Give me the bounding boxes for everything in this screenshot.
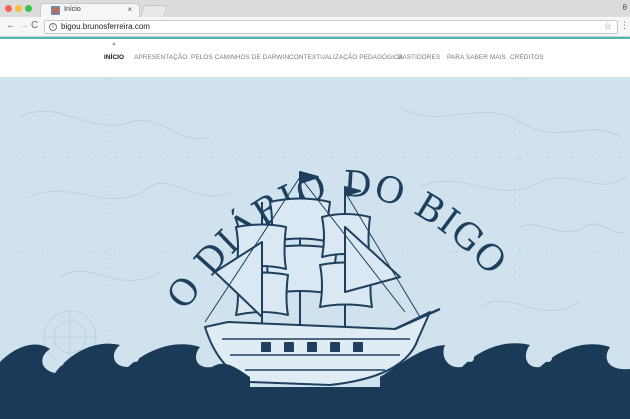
info-icon[interactable]: i (49, 23, 57, 31)
close-window-button[interactable] (5, 5, 12, 12)
browser-tab[interactable]: Início × (40, 3, 140, 17)
tab-close-icon[interactable]: × (127, 5, 132, 14)
nav-item-bastidores[interactable]: BASTIDORES (398, 54, 440, 61)
new-tab-button[interactable] (140, 5, 168, 17)
nav-item-apresentacao[interactable]: APRESENTAÇÃO (134, 54, 187, 61)
site-navigation: ▲ INÍCIO APRESENTAÇÃO PELOS CAMINHOS DE … (0, 39, 630, 77)
reload-icon[interactable]: C (31, 20, 38, 32)
address-bar[interactable]: i bigou.brunosferreira.com ☆ (44, 20, 618, 34)
tab-title: Início (64, 6, 81, 13)
forward-arrow-icon[interactable]: → (19, 20, 29, 32)
url-text[interactable]: bigou.brunosferreira.com (61, 22, 150, 31)
minimize-window-button[interactable] (15, 5, 22, 12)
nav-item-contextualizacao[interactable]: CONTEXTUALIZAÇÃO PEDAGÓGICA (289, 54, 403, 61)
browser-tab-strip: Início × θ (0, 0, 630, 17)
nav-item-saber-mais[interactable]: PARA SABER MAIS (447, 54, 506, 61)
back-arrow-icon[interactable]: ← (6, 20, 16, 32)
hero-banner: O DIÁRIO DO BIGOU (0, 77, 630, 419)
browser-toolbar: ← → C i bigou.brunosferreira.com ☆ ⋮ (0, 17, 630, 37)
nav-item-creditos[interactable]: CRÉDITOS (510, 54, 544, 61)
nav-item-caminhos-darwin[interactable]: PELOS CAMINHOS DE DARWIN (191, 54, 289, 61)
bookmark-star-icon[interactable]: ☆ (604, 21, 612, 32)
favicon-icon (51, 6, 60, 15)
profile-icon[interactable]: θ (623, 3, 627, 12)
maximize-window-button[interactable] (25, 5, 32, 12)
browser-menu-icon[interactable]: ⋮ (620, 20, 629, 31)
hero-illustration: O DIÁRIO DO BIGOU (0, 77, 630, 419)
chevron-up-icon: ▲ (111, 41, 117, 47)
nav-item-inicio[interactable]: INÍCIO (104, 54, 124, 61)
